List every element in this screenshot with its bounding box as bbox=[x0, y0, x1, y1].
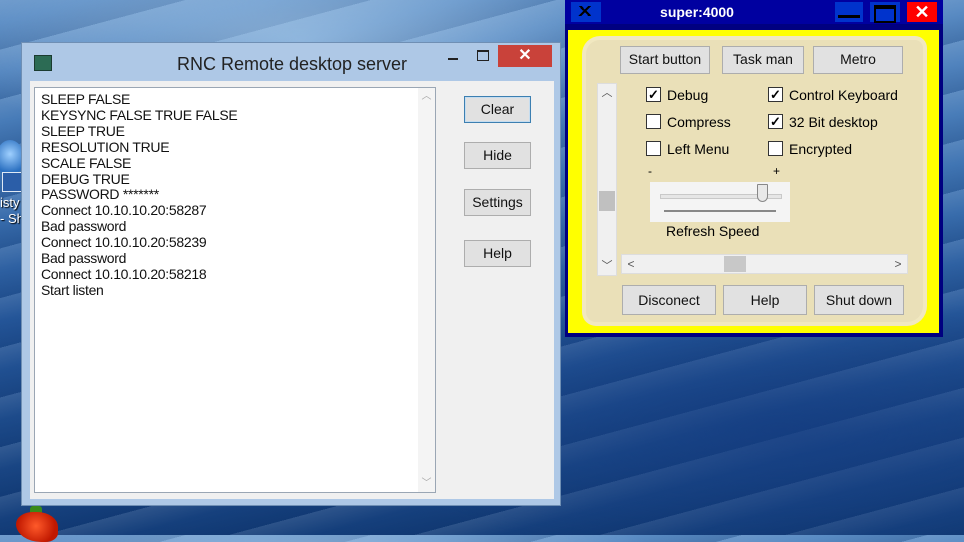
log-line: Start listen bbox=[41, 281, 104, 298]
slider-ticks bbox=[664, 210, 776, 212]
32bit-desktop-label: 32 Bit desktop bbox=[789, 114, 878, 130]
debug-label: Debug bbox=[667, 87, 709, 103]
scroll-thumb[interactable] bbox=[724, 256, 746, 272]
super-titlebar[interactable]: super:4000 ✕ bbox=[565, 0, 943, 24]
task-manager-button[interactable]: Task man bbox=[722, 46, 804, 74]
log-scrollbar[interactable]: ︿ ﹀ bbox=[418, 88, 435, 492]
scroll-thumb[interactable] bbox=[599, 191, 615, 211]
minimize-button[interactable] bbox=[439, 45, 467, 67]
log-textarea[interactable]: SLEEP FALSE KEYSYNC FALSE TRUE FALSE SLEEP… bbox=[34, 87, 436, 493]
shortcut-arrow-icon bbox=[2, 172, 22, 192]
settings-panel bbox=[586, 40, 923, 322]
scroll-up-icon[interactable]: ︿ bbox=[418, 88, 435, 105]
slider-min-label: - bbox=[648, 164, 652, 178]
scroll-up-icon[interactable]: ︿ bbox=[598, 84, 616, 102]
log-line: Connect 10.10.10.20:58239 bbox=[41, 234, 207, 251]
slider-max-label: + bbox=[773, 164, 781, 178]
rnc-titlebar[interactable]: RNC Remote desktop server ✕ bbox=[22, 43, 560, 81]
hide-button[interactable]: Hide bbox=[464, 142, 531, 169]
refresh-speed-label: Refresh Speed bbox=[666, 223, 760, 239]
log-line: SLEEP TRUE bbox=[41, 122, 125, 139]
close-button[interactable]: ✕ bbox=[498, 45, 552, 67]
pepper-desktop-icon[interactable] bbox=[16, 512, 58, 542]
compress-label: Compress bbox=[667, 114, 731, 130]
debug-checkbox[interactable]: ✓ bbox=[646, 87, 661, 102]
log-line: Bad password bbox=[41, 218, 127, 235]
left-menu-label: Left Menu bbox=[667, 141, 730, 157]
super-client-window: super:4000 ✕ Start button Task man Metro… bbox=[565, 0, 943, 337]
scroll-right-icon[interactable]: > bbox=[889, 255, 907, 273]
help-button[interactable]: Help bbox=[464, 240, 531, 267]
maximize-button[interactable] bbox=[469, 45, 497, 67]
encrypted-checkbox[interactable] bbox=[768, 141, 783, 156]
horizontal-scrollbar[interactable]: < > bbox=[621, 254, 908, 274]
encrypted-label: Encrypted bbox=[789, 141, 853, 157]
disconnect-button[interactable]: Disconect bbox=[622, 285, 716, 315]
yellow-frame: Start button Task man Metro ︿ ﹀ ✓ Debug … bbox=[568, 30, 939, 333]
log-line: SLEEP FALSE bbox=[41, 91, 131, 107]
log-line: Bad password bbox=[41, 250, 127, 267]
control-keyboard-label: Control Keyboard bbox=[789, 87, 898, 103]
log-line: KEYSYNC FALSE TRUE FALSE bbox=[41, 106, 238, 123]
metro-button[interactable]: Metro bbox=[813, 46, 903, 74]
log-line: DEBUG TRUE bbox=[41, 170, 130, 187]
log-line: SCALE FALSE bbox=[41, 154, 132, 171]
close-button[interactable]: ✕ bbox=[907, 2, 937, 22]
settings-button[interactable]: Settings bbox=[464, 189, 531, 216]
log-line: Connect 10.10.10.20:58287 bbox=[41, 202, 207, 219]
scroll-left-icon[interactable]: < bbox=[622, 255, 640, 273]
scroll-down-icon[interactable]: ﹀ bbox=[418, 475, 435, 492]
control-keyboard-checkbox[interactable]: ✓ bbox=[768, 87, 783, 102]
window-title: super:4000 bbox=[660, 4, 734, 20]
shut-down-button[interactable]: Shut down bbox=[814, 285, 904, 315]
log-line: Connect 10.10.10.20:58218 bbox=[41, 265, 207, 282]
left-menu-checkbox[interactable] bbox=[646, 141, 661, 156]
slider-thumb[interactable] bbox=[757, 184, 768, 202]
rnc-client-area: SLEEP FALSE KEYSYNC FALSE TRUE FALSE SLEEP… bbox=[30, 81, 554, 499]
32bit-desktop-checkbox[interactable]: ✓ bbox=[768, 114, 783, 129]
scroll-down-icon[interactable]: ﹀ bbox=[598, 257, 616, 275]
vertical-scrollbar[interactable]: ︿ ﹀ bbox=[597, 83, 617, 276]
start-button[interactable]: Start button bbox=[620, 46, 710, 74]
compress-checkbox[interactable] bbox=[646, 114, 661, 129]
log-lines: SLEEP FALSE KEYSYNC FALSE TRUE FALSE SLEEP… bbox=[41, 91, 435, 299]
log-line: PASSWORD ******* bbox=[41, 186, 159, 203]
help-button[interactable]: Help bbox=[723, 285, 807, 315]
maximize-button[interactable] bbox=[870, 2, 900, 23]
refresh-speed-slider[interactable] bbox=[650, 182, 790, 222]
desktop-label-line1: isty bbox=[0, 195, 20, 210]
rnc-server-window: RNC Remote desktop server ✕ SLEEP FALSE K… bbox=[21, 42, 561, 506]
clear-button[interactable]: Clear bbox=[464, 96, 531, 123]
minimize-button[interactable] bbox=[835, 2, 863, 22]
log-line: RESOLUTION TRUE bbox=[41, 138, 170, 155]
